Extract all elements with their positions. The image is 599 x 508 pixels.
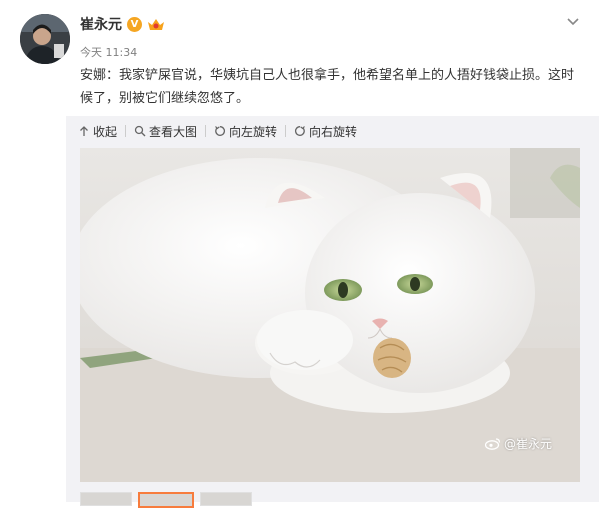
cat-photo bbox=[80, 148, 580, 482]
thumbnail-item[interactable] bbox=[200, 492, 252, 506]
collapse-label: 收起 bbox=[93, 124, 118, 139]
toolbar-divider bbox=[285, 125, 287, 137]
user-info-row: 崔永元 V bbox=[80, 12, 166, 36]
view-large-button[interactable]: 查看大图 bbox=[134, 123, 197, 140]
vip-crown-icon[interactable] bbox=[146, 16, 166, 32]
toolbar-divider bbox=[205, 125, 207, 137]
chevron-down-icon[interactable] bbox=[565, 14, 581, 30]
weibo-post: 崔永元 V 今天 11:34 安娜：我家铲屎官说，华姨坑自己人也很拿手，他希望名… bbox=[0, 0, 599, 508]
rotate-right-button[interactable]: 向右旋转 bbox=[294, 123, 357, 140]
weibo-logo-icon bbox=[484, 438, 501, 450]
user-name[interactable]: 崔永元 bbox=[80, 14, 122, 34]
thumbnail-strip bbox=[80, 492, 258, 508]
image-watermark: @崔永元 bbox=[484, 435, 552, 452]
user-avatar-icon bbox=[20, 14, 70, 64]
thumbnail-item-active[interactable] bbox=[138, 492, 194, 508]
rotate-left-icon bbox=[215, 126, 226, 136]
arrow-up-icon bbox=[80, 126, 88, 136]
rotate-right-icon bbox=[295, 126, 305, 136]
magnifier-icon bbox=[134, 125, 146, 137]
post-time[interactable]: 今天 11:34 bbox=[80, 44, 137, 60]
rotate-left-button[interactable]: 向左旋转 bbox=[214, 123, 277, 140]
toolbar-divider bbox=[125, 125, 127, 137]
view-large-label: 查看大图 bbox=[149, 124, 198, 139]
watermark-text: @崔永元 bbox=[503, 437, 552, 451]
thumbnail-item[interactable] bbox=[80, 492, 132, 506]
rotate-right-label: 向右旋转 bbox=[309, 124, 358, 139]
verified-badge[interactable]: V bbox=[127, 16, 142, 32]
avatar[interactable] bbox=[20, 14, 70, 64]
rotate-left-label: 向左旋转 bbox=[229, 124, 278, 139]
post-image[interactable]: @崔永元 bbox=[80, 148, 580, 482]
post-text: 安娜：我家铲屎官说，华姨坑自己人也很拿手，他希望名单上的人捂好钱袋止损。这时候了… bbox=[80, 68, 575, 106]
collapse-button[interactable]: 收起 bbox=[78, 123, 117, 140]
image-toolbar: 收起 查看大图 向左旋转 向右旋转 bbox=[78, 120, 357, 142]
